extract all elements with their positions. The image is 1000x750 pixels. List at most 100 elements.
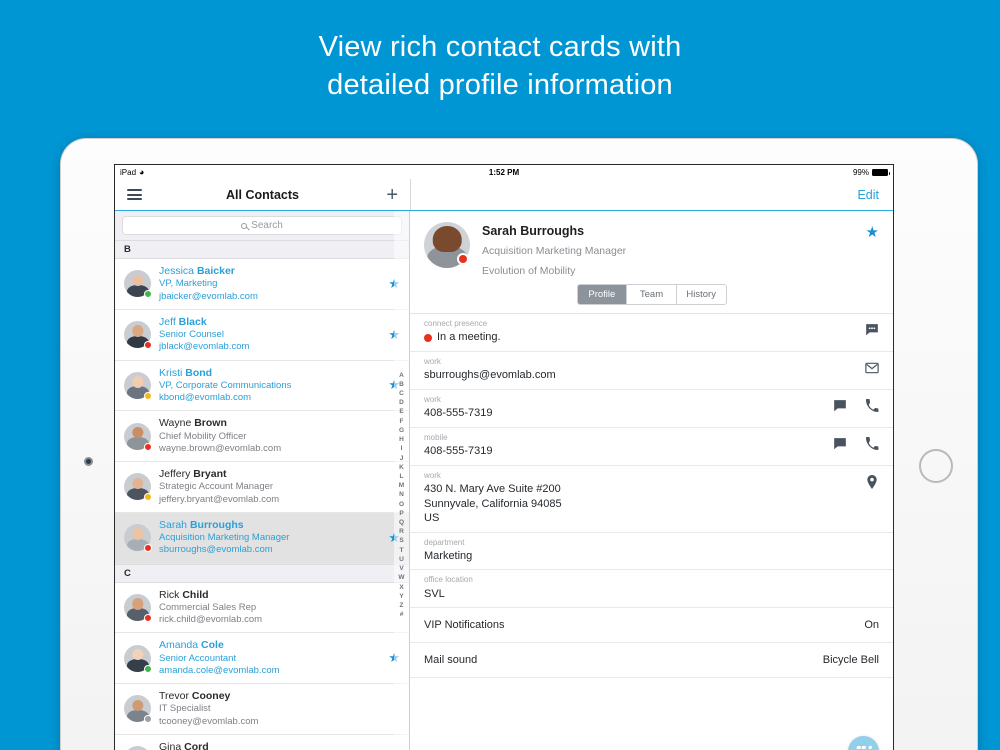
list-item[interactable]: Trevor Cooney IT Specialist tcooney@evomla… bbox=[115, 684, 409, 735]
detail-field-body: office location SVL bbox=[424, 575, 879, 601]
list-item-text: Jeff Black Senior Counsel jblack@evomlab.c… bbox=[159, 316, 376, 354]
alphabet-index-letter[interactable]: G bbox=[399, 426, 404, 435]
list-item[interactable]: Rick Child Commercial Sales Rep rick.child… bbox=[115, 582, 409, 634]
list-item-text: Amanda Cole Senior Accountant amanda.cole@… bbox=[159, 639, 376, 677]
alphabet-index-letter[interactable]: W bbox=[398, 573, 404, 582]
settings-row[interactable]: VIP Notifications On bbox=[410, 608, 893, 644]
alphabet-index-letter[interactable]: # bbox=[400, 610, 404, 619]
detail-field: connect presence In a meeting. bbox=[410, 314, 893, 352]
alphabet-index-letter[interactable]: A bbox=[399, 371, 404, 380]
list-item[interactable]: Amanda Cole Senior Accountant amanda.cole@… bbox=[115, 633, 409, 684]
alphabet-index-letter[interactable]: E bbox=[399, 407, 403, 416]
detail-field-value: 430 N. Mary Ave Suite #200 Sunnyvale, Cal… bbox=[424, 482, 865, 526]
tab-profile[interactable]: Profile bbox=[577, 285, 627, 304]
chat-icon[interactable] bbox=[833, 437, 847, 451]
alphabet-index-letter[interactable]: Y bbox=[399, 592, 403, 601]
detail-field-value: 408-555-7319 bbox=[424, 445, 493, 458]
contact-name: Jeff Black bbox=[159, 315, 207, 328]
alphabet-index-letter[interactable]: T bbox=[400, 546, 404, 555]
contact-email: jeffery.bryant@evomlab.com bbox=[159, 493, 280, 505]
hamburger-menu-icon[interactable] bbox=[127, 189, 142, 200]
chat-dots-icon[interactable] bbox=[865, 323, 879, 337]
alphabet-index[interactable]: A B C D E F G H I J K L M N O P Q R S T U V W X Y Z # bbox=[394, 211, 409, 750]
alphabet-index-letter[interactable]: J bbox=[400, 454, 404, 463]
detail-field-actions bbox=[865, 319, 879, 337]
navigation-bar: All Contacts + Edit bbox=[115, 179, 893, 211]
detail-field-actions bbox=[865, 471, 879, 489]
contact-email: amanda.cole@evomlab.com bbox=[159, 664, 280, 676]
presence-dot bbox=[144, 664, 152, 673]
detail-field-value: Marketing bbox=[424, 549, 473, 562]
avatar bbox=[124, 593, 152, 622]
avatar bbox=[124, 422, 152, 451]
favorite-star-icon[interactable]: ★ bbox=[866, 223, 879, 277]
alphabet-index-letter[interactable]: H bbox=[399, 435, 404, 444]
contact-list-scroll[interactable]: B Jessica Baicker VP, Marketing jbaicker@ev… bbox=[115, 240, 409, 750]
phone-icon[interactable] bbox=[865, 436, 879, 451]
alphabet-index-letter[interactable]: K bbox=[399, 463, 404, 472]
avatar bbox=[124, 270, 152, 299]
detail-field-actions bbox=[833, 395, 879, 413]
detail-fields: connect presence In a meeting. work sburrou… bbox=[410, 313, 893, 609]
alphabet-index-letter[interactable]: V bbox=[399, 564, 403, 573]
blackberry-logo-icon[interactable] bbox=[848, 736, 879, 750]
detail-meta: Sarah Burroughs Acquisition Marketing Ma… bbox=[470, 222, 866, 277]
alphabet-index-letter[interactable]: Z bbox=[400, 601, 404, 610]
presence-dot bbox=[144, 715, 152, 724]
alphabet-index-letter[interactable]: F bbox=[400, 417, 404, 426]
envelope-icon[interactable] bbox=[865, 361, 879, 375]
alphabet-index-letter[interactable]: O bbox=[399, 500, 404, 509]
contact-email: tcooney@evomlab.com bbox=[159, 715, 259, 727]
list-item-text: Kristi Bond VP, Corporate Communications k… bbox=[159, 367, 376, 405]
edit-button[interactable]: Edit bbox=[857, 188, 879, 202]
detail-field-label: work bbox=[424, 394, 441, 404]
alphabet-index-letter[interactable]: B bbox=[399, 380, 404, 389]
settings-row[interactable]: Mail sound Bicycle Bell bbox=[410, 643, 893, 679]
page-title: All Contacts bbox=[226, 187, 299, 202]
detail-field-label: work bbox=[424, 356, 441, 366]
alphabet-index-letter[interactable]: D bbox=[399, 398, 404, 407]
profile-tabs: Profile Team History bbox=[576, 284, 727, 305]
alphabet-index-letter[interactable]: S bbox=[399, 536, 403, 545]
list-item[interactable]: Jessica Baicker VP, Marketing jbaicker@evo… bbox=[115, 259, 409, 310]
chat-icon[interactable] bbox=[833, 399, 847, 413]
tab-team[interactable]: Team bbox=[626, 285, 676, 304]
detail-field-value-line: Sunnyvale, California 94085 bbox=[424, 497, 562, 510]
contact-email: wayne.brown@evomlab.com bbox=[159, 442, 282, 454]
alphabet-index-letter[interactable]: R bbox=[399, 527, 404, 536]
battery-icon bbox=[872, 168, 890, 176]
detail-field-label: department bbox=[424, 537, 465, 547]
alphabet-index-letter[interactable]: U bbox=[399, 555, 404, 564]
home-button[interactable] bbox=[919, 449, 953, 483]
list-item[interactable]: Gina CordTerritory Account Managergcord@… bbox=[115, 734, 409, 750]
alphabet-index-letter[interactable]: N bbox=[399, 490, 404, 499]
detail-field-value: 408-555-7319 bbox=[424, 407, 493, 420]
list-item[interactable]: Jeff Black Senior Counsel jblack@evomlab.c… bbox=[115, 309, 409, 361]
contact-title: Acquisition Marketing Manager bbox=[482, 245, 627, 257]
presence-dot bbox=[144, 613, 152, 622]
list-item[interactable]: Jeffery Bryant Strategic Account Manager j… bbox=[115, 462, 409, 513]
alphabet-index-letter[interactable]: Q bbox=[399, 518, 404, 527]
avatar bbox=[124, 473, 152, 502]
alphabet-index-letter[interactable]: L bbox=[400, 472, 404, 481]
phone-icon[interactable] bbox=[865, 398, 879, 413]
detail-field: department Marketing bbox=[410, 533, 893, 571]
alphabet-index-letter[interactable]: M bbox=[399, 481, 404, 490]
device-screen: iPad ◕ 1:52 PM 99% All Contacts + Edit S… bbox=[114, 164, 894, 750]
alphabet-index-letter[interactable]: X bbox=[399, 583, 403, 592]
map-pin-icon[interactable] bbox=[865, 474, 879, 489]
alphabet-index-letter[interactable]: C bbox=[399, 389, 404, 398]
alphabet-index-letter[interactable]: P bbox=[399, 509, 403, 518]
contact-email: jblack@evomlab.com bbox=[159, 341, 250, 353]
tab-history[interactable]: History bbox=[675, 285, 726, 304]
list-item[interactable]: Kristi Bond VP, Corporate Communications k… bbox=[115, 360, 409, 412]
alphabet-index-letter[interactable]: I bbox=[401, 444, 403, 453]
list-item[interactable]: Sarah Burroughs Acquisition Marketing Man… bbox=[115, 512, 409, 564]
search-input[interactable]: Search bbox=[122, 216, 402, 235]
promo-line-1: View rich contact cards with bbox=[318, 31, 682, 63]
presence-dot bbox=[144, 544, 152, 553]
detail-field-body: connect presence In a meeting. bbox=[424, 319, 865, 345]
list-item[interactable]: Wayne Brown Chief Mobility Officer wayne.b… bbox=[115, 411, 409, 462]
search-placeholder: Search bbox=[251, 220, 283, 231]
plus-icon[interactable]: + bbox=[386, 185, 398, 205]
